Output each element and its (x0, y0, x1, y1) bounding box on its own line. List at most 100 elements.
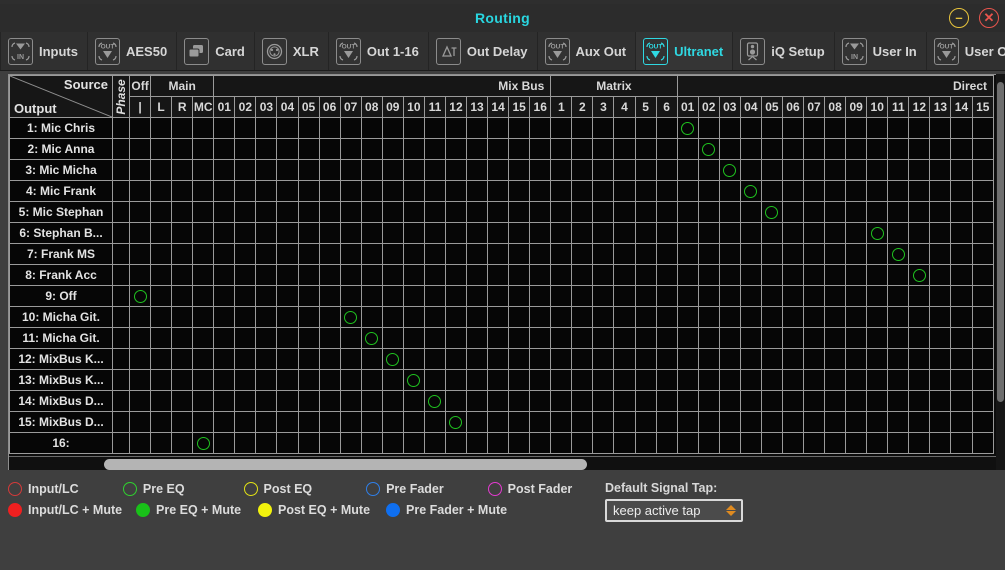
matrix-cell[interactable] (318, 285, 341, 307)
matrix-cell[interactable] (444, 117, 468, 139)
matrix-cell[interactable] (866, 159, 889, 181)
matrix-cell[interactable] (697, 285, 720, 307)
matrix-cell[interactable] (866, 285, 889, 307)
matrix-cell[interactable] (676, 264, 699, 286)
matrix-cell[interactable] (444, 201, 468, 223)
matrix-cell[interactable] (676, 285, 699, 307)
matrix-col-header[interactable]: 02 (697, 96, 720, 118)
matrix-cell[interactable] (381, 201, 404, 223)
matrix-col-header[interactable]: 5 (634, 96, 657, 118)
matrix-cell[interactable] (571, 138, 594, 160)
matrix-cell[interactable] (676, 138, 699, 160)
matrix-cell[interactable] (866, 117, 889, 139)
matrix-cell[interactable] (887, 411, 910, 433)
matrix-cell[interactable] (802, 285, 826, 307)
matrix-cell[interactable] (634, 348, 657, 370)
matrix-cell[interactable] (402, 138, 425, 160)
matrix-cell[interactable] (571, 117, 594, 139)
up-down-stepper-icon[interactable] (726, 505, 736, 516)
matrix-cell[interactable] (381, 369, 404, 391)
matrix-cell[interactable] (128, 138, 152, 160)
matrix-cell[interactable] (444, 306, 468, 328)
tab-card[interactable]: Card (177, 32, 255, 70)
matrix-cell[interactable] (508, 159, 531, 181)
matrix-cell[interactable] (592, 201, 615, 223)
phase-toggle-cell[interactable] (112, 411, 130, 433)
matrix-cell[interactable] (824, 222, 847, 244)
matrix-cell[interactable] (487, 264, 510, 286)
matrix-cell[interactable] (508, 264, 531, 286)
matrix-cell[interactable] (824, 285, 847, 307)
matrix-cell[interactable] (339, 306, 362, 328)
matrix-cell[interactable] (192, 369, 215, 391)
matrix-cell[interactable] (824, 159, 847, 181)
matrix-cell[interactable] (192, 180, 215, 202)
matrix-cell[interactable] (718, 159, 741, 181)
matrix-cell[interactable] (402, 327, 425, 349)
matrix-cell[interactable] (213, 348, 236, 370)
matrix-cell[interactable] (318, 117, 341, 139)
matrix-cell[interactable] (318, 138, 341, 160)
matrix-cell[interactable] (655, 243, 678, 265)
matrix-cell[interactable] (444, 222, 468, 244)
matrix-cell[interactable] (950, 369, 973, 391)
matrix-cell[interactable] (781, 411, 805, 433)
matrix-cell[interactable] (508, 243, 531, 265)
matrix-cell[interactable] (297, 411, 320, 433)
matrix-cell[interactable] (297, 306, 320, 328)
matrix-cell[interactable] (655, 264, 678, 286)
matrix-cell[interactable] (908, 327, 931, 349)
matrix-cell[interactable] (234, 369, 257, 391)
matrix-cell[interactable] (550, 201, 573, 223)
matrix-cell[interactable] (171, 411, 194, 433)
matrix-col-header[interactable]: 10 (866, 96, 889, 118)
tab-aux-out[interactable]: OUT Aux Out (538, 32, 637, 70)
matrix-cell[interactable] (739, 327, 762, 349)
matrix-cell[interactable] (802, 117, 826, 139)
matrix-cell[interactable] (697, 243, 720, 265)
matrix-cell[interactable] (423, 306, 446, 328)
matrix-cell[interactable] (234, 411, 257, 433)
matrix-cell[interactable] (845, 285, 868, 307)
matrix-cell[interactable] (845, 180, 868, 202)
matrix-cell[interactable] (908, 117, 931, 139)
matrix-cell[interactable] (128, 369, 152, 391)
matrix-cell[interactable] (276, 243, 299, 265)
matrix-cell[interactable] (866, 369, 889, 391)
matrix-cell[interactable] (634, 264, 657, 286)
matrix-cell[interactable] (697, 369, 720, 391)
matrix-cell[interactable] (613, 117, 636, 139)
matrix-cell[interactable] (318, 327, 341, 349)
matrix-cell[interactable] (718, 369, 741, 391)
matrix-cell[interactable] (444, 390, 468, 412)
matrix-cell[interactable] (908, 390, 931, 412)
matrix-cell[interactable] (824, 243, 847, 265)
tab-xlr[interactable]: XLR (255, 32, 329, 70)
routing-matrix-panel[interactable]: Source Output Phase Off Main Mix Bus Matrix Dir… (8, 74, 997, 470)
matrix-cell[interactable] (444, 243, 468, 265)
matrix-cell[interactable] (613, 264, 636, 286)
matrix-cell[interactable] (234, 390, 257, 412)
matrix-cell[interactable] (845, 159, 868, 181)
matrix-cell[interactable] (802, 369, 826, 391)
matrix-cell[interactable] (234, 180, 257, 202)
matrix-cell[interactable] (339, 180, 362, 202)
matrix-cell[interactable] (402, 432, 425, 454)
matrix-cell[interactable] (845, 306, 868, 328)
vertical-scrollbar[interactable] (996, 74, 1005, 470)
matrix-cell[interactable] (760, 432, 783, 454)
matrix-cell[interactable] (634, 180, 657, 202)
matrix-cell[interactable] (529, 159, 552, 181)
matrix-cell[interactable] (655, 138, 678, 160)
matrix-cell[interactable] (171, 369, 194, 391)
matrix-cell[interactable] (213, 432, 236, 454)
matrix-cell[interactable] (866, 180, 889, 202)
matrix-cell[interactable] (971, 201, 994, 223)
matrix-cell[interactable] (739, 138, 762, 160)
tab-out-delay[interactable]: Out Delay (429, 32, 538, 70)
matrix-cell[interactable] (255, 432, 278, 454)
matrix-cell[interactable] (866, 411, 889, 433)
matrix-cell[interactable] (423, 369, 446, 391)
matrix-cell[interactable] (171, 264, 194, 286)
matrix-cell[interactable] (444, 369, 468, 391)
